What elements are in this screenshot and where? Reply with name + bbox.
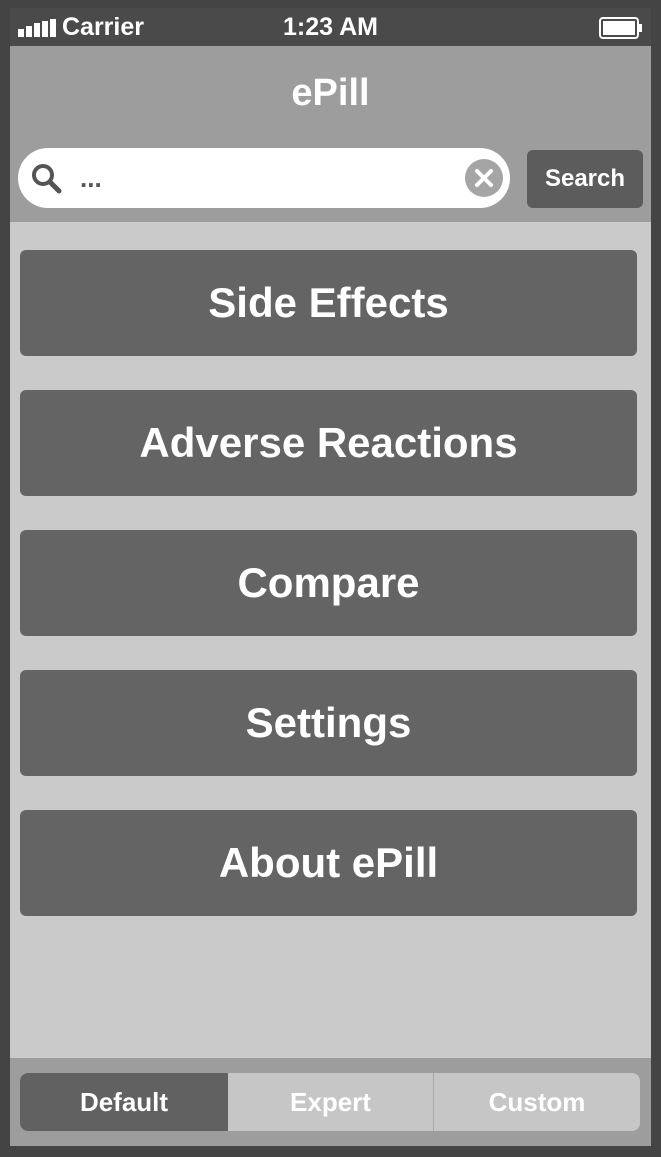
app-title: ePill (291, 72, 370, 114)
search-button[interactable]: Search (527, 150, 643, 208)
segment-custom[interactable]: Custom (434, 1073, 640, 1131)
segment-expert[interactable]: Expert (228, 1073, 434, 1131)
battery-full-icon (599, 17, 642, 39)
segment-default[interactable]: Default (20, 1073, 228, 1131)
side-effects-button[interactable]: Side Effects (20, 250, 637, 356)
magnifier-icon (32, 164, 62, 194)
mode-segmented-control: Default Expert Custom (20, 1073, 640, 1131)
adverse-reactions-button[interactable]: Adverse Reactions (20, 390, 637, 496)
status-bar: Carrier 1:23 AM (10, 8, 651, 46)
bottom-toolbar: Default Expert Custom (10, 1058, 651, 1146)
search-field[interactable] (18, 148, 510, 208)
status-time: 1:23 AM (283, 13, 378, 41)
about-epill-button[interactable]: About ePill (20, 810, 637, 916)
search-input[interactable] (80, 148, 440, 208)
settings-button[interactable]: Settings (20, 670, 637, 776)
navigation-bar: ePill Search (10, 46, 651, 222)
compare-button[interactable]: Compare (20, 530, 637, 636)
phone-screen: Carrier 1:23 AM ePill Search Side Effec (10, 8, 651, 1146)
clear-x-icon (475, 169, 493, 187)
clear-search-button[interactable] (465, 159, 503, 197)
